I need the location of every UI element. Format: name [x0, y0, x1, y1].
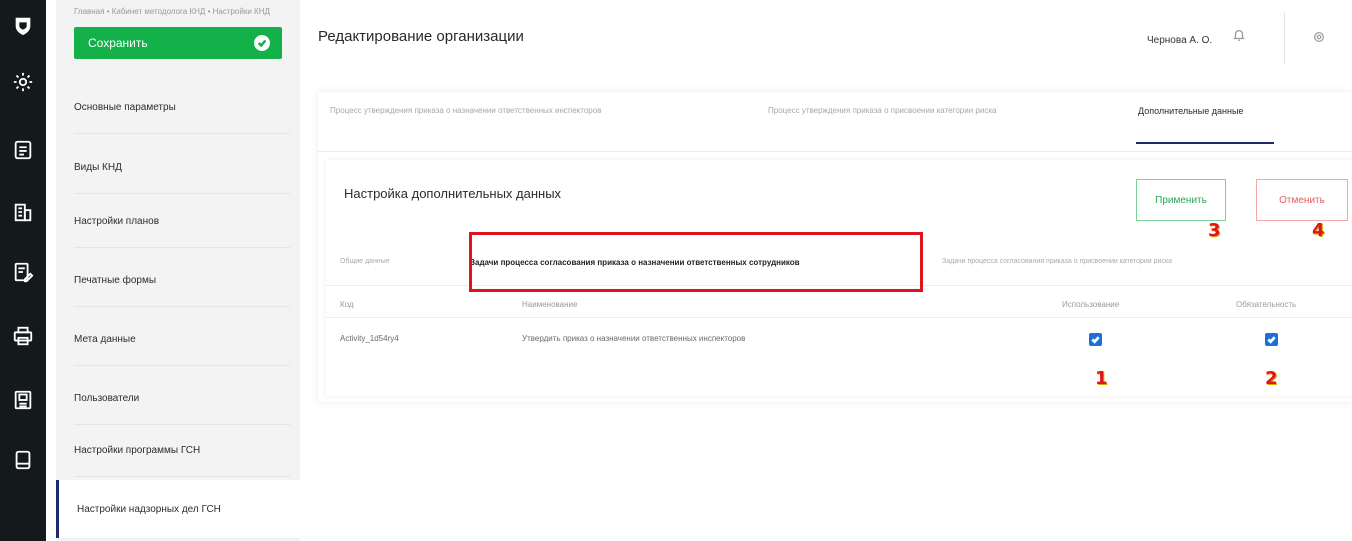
main-card: Процесс утверждения приказа о назначении…: [318, 92, 1352, 402]
building-icon[interactable]: [9, 198, 37, 226]
annotation-4: 4: [1312, 220, 1325, 241]
column-header-name: Наименование: [522, 300, 578, 309]
sidebar-item-plan-settings[interactable]: Настройки планов: [74, 196, 290, 248]
column-header-usage: Использование: [1062, 300, 1120, 309]
user-name[interactable]: Чернова А. О.: [1147, 35, 1212, 46]
tab-additional-data[interactable]: Дополнительные данные: [1138, 106, 1243, 116]
usage-checkbox[interactable]: [1089, 333, 1102, 346]
page-title: Редактирование организации: [318, 28, 524, 45]
sidebar-item-label: Основные параметры: [74, 102, 176, 113]
tab-inspectors-order-process[interactable]: Процесс утверждения приказа о назначении…: [330, 106, 601, 115]
column-header-required: Обязательность: [1236, 300, 1297, 309]
subtab-risk-category-tasks[interactable]: Задачи процесса согласования приказа о п…: [942, 258, 1172, 265]
form-edit-icon[interactable]: [9, 258, 37, 286]
check-circle-icon: [254, 35, 270, 51]
panel-title: Настройка дополнительных данных: [344, 186, 562, 201]
apply-button[interactable]: Применить: [1136, 179, 1226, 221]
subtab-general-data[interactable]: Общие данные: [340, 258, 390, 265]
sidebar-item-main-params[interactable]: Основные параметры: [74, 82, 290, 134]
printer-icon[interactable]: [9, 322, 37, 350]
sidebar-item-label: Настройки планов: [74, 216, 160, 227]
header-divider: [1284, 12, 1285, 64]
sidebar-item-gsn-supervision-settings[interactable]: Настройки надзорных дел ГСН: [56, 480, 300, 538]
breadcrumb-item[interactable]: Кабинет методолога КНД: [112, 7, 206, 16]
breadcrumb: Главная • Кабинет методолога КНД • Настр…: [74, 7, 270, 16]
active-tab-underline: [1136, 142, 1274, 144]
cancel-button[interactable]: Отменить: [1256, 179, 1348, 221]
book-icon[interactable]: [9, 446, 37, 474]
save-button-label: Сохранить: [88, 36, 148, 50]
table-row: Activity_1d54ry4 Утвердить приказ о назн…: [326, 320, 1352, 358]
sidebar-item-metadata[interactable]: Мета данные: [74, 314, 290, 366]
sidebar-item-label: Мета данные: [74, 334, 136, 345]
save-button[interactable]: Сохранить: [74, 27, 282, 59]
sidebar-item-gsn-program-settings[interactable]: Настройки программы ГСН: [74, 425, 290, 477]
row-code: Activity_1d54ry4: [340, 334, 399, 343]
annotation-3: 3: [1208, 220, 1221, 241]
app-icon-rail: [0, 0, 46, 541]
sidebar-item-print-forms[interactable]: Печатные формы: [74, 255, 290, 307]
sidebar-item-label: Пользователи: [74, 393, 140, 404]
settings-sidebar: Сохранить Основные параметры Виды КНД На…: [56, 0, 300, 541]
table-header: Код Наименование Использование Обязатель…: [326, 290, 1352, 318]
annotation-1: 1: [1095, 368, 1108, 389]
additional-data-panel: Настройка дополнительных данных Применит…: [326, 160, 1352, 396]
breadcrumb-item[interactable]: Настройки КНД: [213, 7, 270, 16]
sidebar-item-users[interactable]: Пользователи: [74, 373, 290, 425]
breadcrumb-item[interactable]: Главная: [74, 7, 104, 16]
sidebar-item-knd-types[interactable]: Виды КНД: [74, 142, 290, 194]
sidebar-item-label: Виды КНД: [74, 162, 122, 173]
annotation-2: 2: [1265, 368, 1278, 389]
shield-logo-icon[interactable]: [9, 12, 37, 40]
document-icon[interactable]: [9, 136, 37, 164]
required-checkbox[interactable]: [1265, 333, 1278, 346]
row-name: Утвердить приказ о назначении ответствен…: [522, 334, 746, 343]
bell-icon[interactable]: [1232, 28, 1248, 44]
highlight-box: [469, 232, 923, 292]
tab-bar: Процесс утверждения приказа о назначении…: [318, 92, 1352, 152]
sidebar-item-label: Настройки программы ГСН: [74, 445, 201, 456]
archive-icon[interactable]: [9, 386, 37, 414]
column-header-code: Код: [340, 300, 354, 309]
tab-risk-category-order-process[interactable]: Процесс утверждения приказа о присвоении…: [768, 106, 996, 115]
sidebar-item-label: Печатные формы: [74, 275, 157, 286]
sidebar-item-label: Настройки надзорных дел ГСН: [77, 503, 221, 515]
gear-icon[interactable]: [1312, 30, 1326, 44]
settings-gear-icon[interactable]: [9, 68, 37, 96]
